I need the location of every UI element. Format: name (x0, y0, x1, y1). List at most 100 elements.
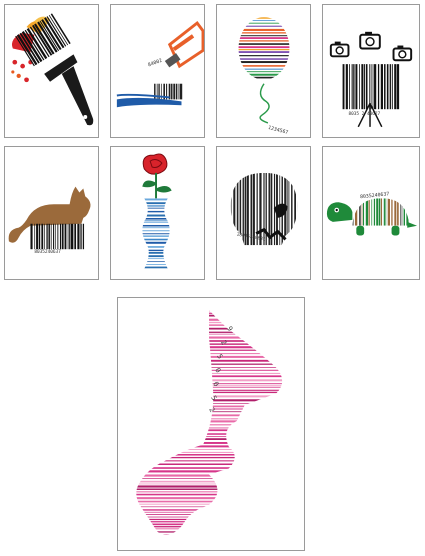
card-cameras[interactable]: 8035 2 40627 (322, 4, 420, 138)
stripe-line (238, 37, 290, 39)
barcode-bar (361, 198, 363, 226)
stripe-line (136, 483, 283, 485)
stripe-line (238, 35, 290, 37)
card-balloon[interactable]: 1234567 (216, 4, 311, 138)
barcode-bar (230, 172, 232, 246)
stripe-line (136, 497, 283, 500)
skull-barcode-art: 28035240631 (230, 172, 298, 246)
barcode-bar (178, 83, 180, 100)
card-paintbrush[interactable] (4, 4, 99, 138)
barcode-bar (64, 223, 67, 250)
stripe-line (136, 485, 283, 488)
barcode-bar (363, 64, 365, 110)
barcode-bar (41, 223, 44, 250)
stripe-line (136, 324, 283, 326)
barcode-bar (373, 198, 376, 226)
toothpaste-digits: 84002 (147, 58, 163, 69)
stripe-line (238, 51, 290, 53)
stripe-line (136, 363, 283, 365)
barcode-bar (171, 83, 173, 100)
card-turtle[interactable]: 8035240637 (322, 146, 420, 280)
stripe-line (142, 198, 170, 201)
stripe-line (238, 61, 290, 64)
stripe-line (136, 414, 283, 417)
barcode-bar (43, 223, 45, 250)
stripe-line (136, 454, 283, 456)
barcode-bar (53, 223, 55, 250)
stripe-line (136, 445, 283, 448)
stripe-line (136, 478, 283, 479)
stripe-line (136, 343, 283, 345)
brush-bristle-barcode (15, 13, 71, 67)
barcode-bar (365, 198, 368, 226)
stripe-line (136, 379, 283, 382)
camera-icon (329, 41, 350, 58)
stripe-line (136, 429, 283, 432)
card-pink-figure[interactable]: 9250052 (117, 297, 305, 551)
barcode-bar (179, 83, 183, 100)
stripe-line (136, 367, 283, 368)
camera-icon (392, 45, 413, 62)
stripe-line (238, 76, 290, 79)
stripe-line (136, 514, 283, 515)
stripe-line (136, 463, 283, 465)
stripe-line (136, 438, 283, 440)
barcode-bar (233, 172, 236, 246)
barcode-bar (380, 64, 383, 110)
barcode-bar (391, 198, 393, 226)
barcode-bar (352, 198, 354, 226)
balloon-barcode-art: 1234567 (238, 17, 290, 136)
barcode-bar (372, 64, 374, 110)
stripe-line (136, 333, 283, 335)
stripe-line (142, 235, 170, 237)
figure-digit: 2 (207, 406, 216, 414)
paintbrush-barcode-art (11, 13, 94, 126)
balloon-striped-barcode (238, 17, 290, 79)
stripe-line (136, 491, 283, 493)
barcode-bar (368, 198, 370, 226)
stripe-line (136, 355, 283, 358)
barcode-bar (74, 223, 77, 250)
stripe-line (136, 336, 283, 339)
barcode-bar (353, 64, 355, 110)
stripe-line (136, 509, 283, 511)
stripe-line (136, 353, 283, 355)
card-cat[interactable]: 8035240637 (4, 146, 99, 280)
barcode-bar (354, 198, 358, 226)
barcode-bar (397, 64, 400, 110)
svg-text:1234567: 1234567 (267, 125, 288, 136)
stripe-line (136, 375, 283, 378)
figure-digit: 2 (219, 339, 228, 347)
stripe-line (142, 207, 170, 209)
stripe-line (136, 531, 283, 533)
barcode-bar (50, 223, 52, 250)
barcode-bar (46, 223, 48, 250)
card-toothbrush[interactable]: 84002 (110, 4, 205, 138)
barcode-bar (69, 223, 71, 250)
barcode-bar (369, 64, 371, 110)
stripe-line (238, 17, 290, 19)
barcode-bar (349, 64, 350, 110)
stripe-line (238, 20, 290, 21)
stripe-line (238, 28, 290, 31)
stripe-line (136, 449, 283, 451)
stripe-line (136, 346, 283, 349)
stripe-line (136, 417, 283, 420)
vase-rose-barcode-art (142, 153, 172, 269)
stripe-line (136, 349, 283, 351)
stripe-line (136, 521, 283, 523)
card-vase-rose[interactable] (110, 146, 205, 280)
stripe-line (238, 49, 290, 51)
stripe-line (136, 506, 283, 508)
cat-barcode (30, 223, 85, 250)
barcode-bar (394, 198, 397, 226)
figure-digit: 9 (225, 325, 234, 333)
stripe-line (136, 480, 283, 483)
vase-striped-barcode (142, 198, 170, 269)
stripe-line (238, 46, 290, 49)
barcode-bar (355, 64, 358, 110)
barcode-bar (371, 198, 373, 226)
stripe-line (142, 227, 170, 229)
barcode-bar (383, 198, 385, 226)
card-skull[interactable]: 28035240631 (216, 146, 311, 280)
